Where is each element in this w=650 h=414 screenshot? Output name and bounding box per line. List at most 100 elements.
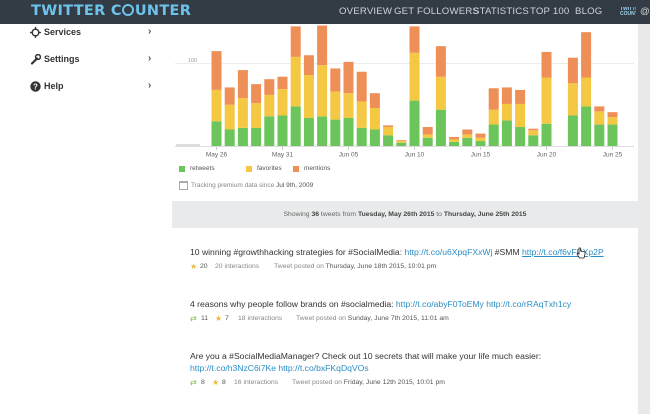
bar-segment-favorites[interactable] <box>383 127 394 136</box>
bar-segment-mentions[interactable] <box>409 26 420 53</box>
scrollbar-track[interactable] <box>638 24 650 414</box>
bar-segment-mentions[interactable] <box>343 61 354 94</box>
bar-segment-favorites[interactable] <box>462 134 473 138</box>
bar-segment-favorites[interactable] <box>251 103 262 128</box>
bar-segment-favorites[interactable] <box>528 130 539 136</box>
bar-segment-mentions[interactable] <box>224 87 235 105</box>
bar-segment-retweets[interactable] <box>356 127 367 146</box>
bar-segment-retweets[interactable] <box>449 141 460 146</box>
bar-segment-retweets[interactable] <box>488 124 499 146</box>
bar-segment-mentions[interactable] <box>475 133 486 138</box>
bar-segment-favorites[interactable] <box>343 93 354 118</box>
nav-statistics[interactable]: STATISTICS <box>473 6 529 17</box>
bar-segment-favorites[interactable] <box>422 134 433 138</box>
account-badge[interactable]: TWITTER COUNTER <box>620 7 636 17</box>
bar-segment-mentions[interactable] <box>290 26 301 57</box>
bar-segment-retweets[interactable] <box>224 129 235 147</box>
bar-segment-retweets[interactable] <box>422 137 433 146</box>
bar-segment-retweets[interactable] <box>290 106 301 146</box>
bar-segment-mentions[interactable] <box>488 88 499 110</box>
bar-segment-mentions[interactable] <box>422 127 433 135</box>
bar-segment-mentions[interactable] <box>237 70 248 99</box>
bar-segment-mentions[interactable] <box>607 112 618 118</box>
bar-segment-favorites[interactable] <box>607 117 618 125</box>
bar-segment-mentions[interactable] <box>567 57 578 84</box>
bar-segment-retweets[interactable] <box>317 116 328 146</box>
bar-segment-retweets[interactable] <box>343 117 354 146</box>
bar-segment-mentions[interactable] <box>383 125 394 128</box>
bar-segment-retweets[interactable] <box>462 137 473 146</box>
bar-segment-favorites[interactable] <box>211 89 222 122</box>
bar-segment-retweets[interactable] <box>528 135 539 146</box>
bar-segment-mentions[interactable] <box>396 140 407 142</box>
bar-segment-retweets[interactable] <box>475 141 486 146</box>
nav-get-followers[interactable]: GET FOLLOWERS <box>394 6 479 17</box>
twitter-counter-logo[interactable]: TWITTER C UNTER <box>31 3 191 19</box>
bar-segment-favorites[interactable] <box>435 76 446 110</box>
bar-segment-retweets[interactable] <box>435 109 446 146</box>
bar-segment-favorites[interactable] <box>369 108 380 130</box>
bar-segment-retweets[interactable] <box>501 120 512 146</box>
bar-segment-favorites[interactable] <box>541 77 552 124</box>
bar-segment-retweets[interactable] <box>409 100 420 146</box>
tweet-link[interactable]: http://t.co/h3NzC6i7Ke <box>190 363 276 373</box>
bar-segment-favorites[interactable] <box>515 103 526 128</box>
nav-top-100[interactable]: TOP 100 <box>530 6 569 17</box>
bar-segment-favorites[interactable] <box>449 139 460 142</box>
bar-segment-favorites[interactable] <box>237 98 248 128</box>
bar-segment-mentions[interactable] <box>435 46 446 77</box>
bar-segment-favorites[interactable] <box>277 89 288 116</box>
bar-segment-favorites[interactable] <box>317 65 328 117</box>
nav-blog[interactable]: BLOG <box>575 6 602 17</box>
sidebar-item-services[interactable]: Services › <box>30 26 162 41</box>
bar-segment-favorites[interactable] <box>488 109 499 125</box>
bar-segment-retweets[interactable] <box>594 124 605 146</box>
bar-segment-mentions[interactable] <box>594 106 605 112</box>
nav-overview[interactable]: OVERVIEW <box>339 6 392 17</box>
bar-segment-retweets[interactable] <box>211 121 222 146</box>
tweet-link[interactable]: http://t.co/abyF0ToEMy <box>396 299 484 309</box>
bar-segment-retweets[interactable] <box>369 129 380 147</box>
sidebar-item-settings[interactable]: Settings › <box>30 53 162 68</box>
bar-segment-retweets[interactable] <box>567 115 578 146</box>
bar-segment-mentions[interactable] <box>277 76 288 90</box>
bar-segment-mentions[interactable] <box>462 129 473 135</box>
bar-segment-mentions[interactable] <box>251 84 262 104</box>
bar-segment-favorites[interactable] <box>409 52 420 101</box>
bar-segment-retweets[interactable] <box>330 119 341 146</box>
bar-segment-mentions[interactable] <box>501 87 512 104</box>
bar-segment-favorites[interactable] <box>501 103 512 121</box>
account-handle[interactable]: @ <box>640 6 650 17</box>
bar-segment-favorites[interactable] <box>224 104 235 130</box>
bar-segment-retweets[interactable] <box>396 142 407 146</box>
bar-segment-favorites[interactable] <box>264 94 275 117</box>
bar-segment-favorites[interactable] <box>581 77 592 107</box>
bar-segment-favorites[interactable] <box>356 101 367 128</box>
bar-segment-mentions[interactable] <box>303 55 314 76</box>
tweet-link[interactable]: http://t.co/u6XpqFXxWj <box>405 247 493 257</box>
bar-segment-mentions[interactable] <box>541 51 552 78</box>
bar-segment-retweets[interactable] <box>515 127 526 146</box>
bar-segment-favorites[interactable] <box>475 137 486 142</box>
bar-segment-retweets[interactable] <box>303 117 314 146</box>
bar-segment-retweets[interactable] <box>541 123 552 146</box>
bar-segment-retweets[interactable] <box>383 135 394 146</box>
bar-segment-retweets[interactable] <box>581 106 592 146</box>
bar-segment-retweets[interactable] <box>237 127 248 146</box>
bar-segment-mentions[interactable] <box>515 89 526 104</box>
bar-segment-mentions[interactable] <box>581 32 592 78</box>
bar-segment-favorites[interactable] <box>290 56 301 107</box>
tweet-link[interactable]: http://t.co/bxFKqDqVOs <box>278 363 368 373</box>
bar-segment-mentions[interactable] <box>356 71 367 102</box>
bar-segment-mentions[interactable] <box>317 25 328 66</box>
tweet-link[interactable]: http://t.co/rRAqTxh1cy <box>486 299 571 309</box>
tweet-link[interactable]: http://t.co/f6vFRXp2P <box>522 247 604 257</box>
bar-segment-favorites[interactable] <box>396 141 407 143</box>
bar-segment-mentions[interactable] <box>211 51 222 90</box>
sidebar-item-help[interactable]: ? Help › <box>30 80 162 95</box>
bar-segment-retweets[interactable] <box>264 116 275 146</box>
bar-segment-mentions[interactable] <box>528 128 539 131</box>
bar-segment-mentions[interactable] <box>264 79 275 95</box>
bar-segment-retweets[interactable] <box>251 127 262 146</box>
bar-segment-favorites[interactable] <box>303 75 314 118</box>
